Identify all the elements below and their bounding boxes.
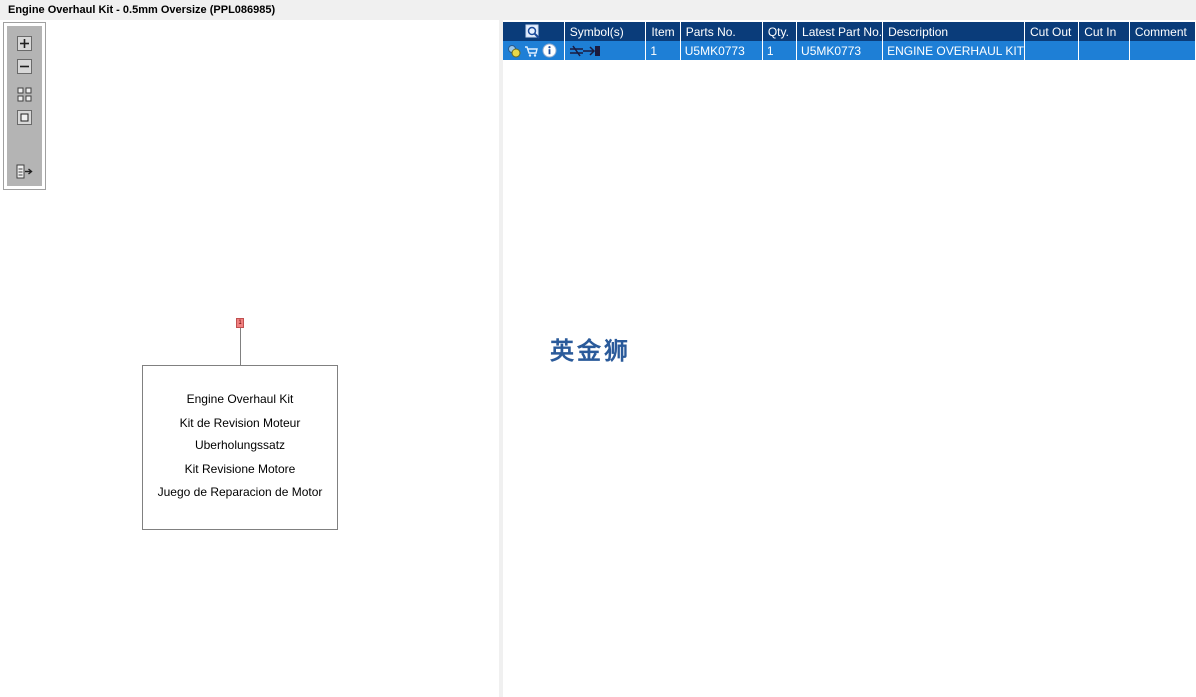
comment-cell (1129, 41, 1196, 60)
column-header-symbols[interactable]: Symbol(s) (564, 22, 647, 41)
parts-no-cell: U5MK0773 (680, 41, 763, 60)
actual-size-icon[interactable] (16, 109, 33, 126)
part-label-box: Engine Overhaul Kit Kit de Revision Mote… (142, 365, 338, 530)
column-header-latest-part-no[interactable]: Latest Part No. (796, 22, 884, 41)
zoom-in-icon[interactable] (16, 35, 33, 52)
column-header-description[interactable]: Description (882, 22, 1025, 41)
column-header-qty[interactable]: Qty. (762, 22, 798, 41)
parts-table: Symbol(s) Item Parts No. Qty. Latest Par… (503, 22, 1196, 60)
description-cell: ENGINE OVERHAUL KIT (882, 41, 1025, 60)
fit-all-icon[interactable] (16, 86, 33, 103)
item-cell: 1 (645, 41, 681, 60)
illustration-pane: 1 Engine Overhaul Kit Kit de Revision Mo… (0, 20, 500, 697)
parts-list-pane: Symbol(s) Item Parts No. Qty. Latest Par… (503, 20, 1196, 697)
column-header-search[interactable] (503, 22, 565, 41)
info-icon[interactable] (542, 43, 557, 58)
column-header-parts-no[interactable]: Parts No. (680, 22, 763, 41)
zoom-toolbar (3, 22, 46, 190)
callout-marker[interactable]: 1 (236, 318, 244, 328)
row-action-icons (503, 41, 565, 60)
interchange-symbol-icon (569, 45, 600, 57)
zoom-out-icon[interactable] (16, 58, 33, 75)
column-header-item[interactable]: Item (645, 22, 681, 41)
cut-out-cell (1024, 41, 1080, 60)
leader-line (240, 328, 241, 365)
column-header-comment[interactable]: Comment (1129, 22, 1196, 41)
cart-icon[interactable] (524, 44, 539, 58)
column-header-cut-out[interactable]: Cut Out (1024, 22, 1080, 41)
window-title: Engine Overhaul Kit - 0.5mm Oversize (PP… (0, 0, 1196, 20)
watermark-text: 英金狮 (550, 337, 631, 365)
export-icon[interactable] (16, 163, 33, 180)
qty-cell: 1 (762, 41, 798, 60)
label-line-es: Juego de Reparacion de Motor (157, 485, 323, 499)
parts-lookup-icon[interactable] (507, 44, 521, 58)
latest-part-no-cell: U5MK0773 (796, 41, 884, 60)
symbol-cell (564, 41, 647, 60)
table-row[interactable]: 1 U5MK0773 1 U5MK0773 ENGINE OVERHAUL KI… (503, 41, 1196, 60)
column-header-cut-in[interactable]: Cut In (1078, 22, 1130, 41)
label-line-de: Uberholungssatz (194, 438, 286, 452)
cut-in-cell (1078, 41, 1130, 60)
label-line-en: Engine Overhaul Kit (186, 392, 294, 406)
label-line-fr: Kit de Revision Moteur (179, 416, 301, 430)
search-icon (525, 24, 541, 39)
label-line-it: Kit Revisione Motore (184, 462, 296, 476)
